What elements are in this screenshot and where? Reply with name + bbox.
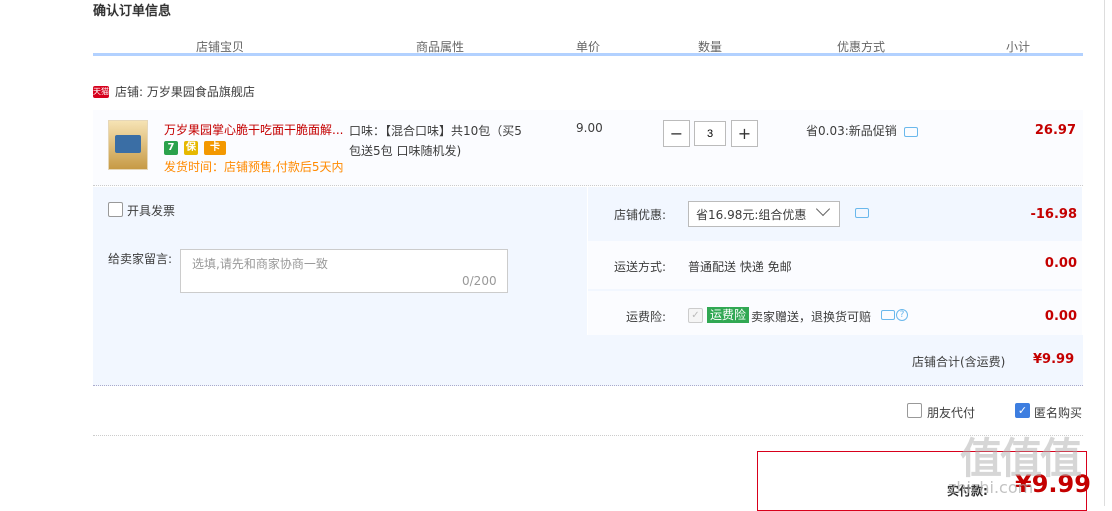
item-subtotal: 26.97 [1034, 123, 1076, 138]
invoice-label: 开具发票 [127, 204, 176, 218]
comment-icon[interactable] [881, 310, 895, 320]
shop-total-label: 店铺合计(含运费) [912, 355, 1006, 369]
section-title: 确认订单信息 [93, 4, 172, 19]
attr-line-2: 包送5包 口味随机发) [349, 144, 462, 158]
watermark-logo: 值值值 [960, 434, 1082, 483]
invoice-checkbox[interactable] [108, 202, 123, 217]
insurance-label: 运费险: [625, 310, 666, 324]
shop-total-value: ¥9.99 [1033, 352, 1075, 367]
insurance-amount: 0.00 [1044, 309, 1077, 324]
card-payment-icon[interactable]: 卡 [204, 141, 226, 155]
qty-increment-button[interactable]: + [731, 120, 758, 147]
anonymous-checkbox[interactable] [1015, 403, 1030, 418]
col-unit-price: 单价 [575, 40, 600, 54]
comment-icon[interactable] [904, 127, 918, 137]
col-discount: 优惠方式 [836, 40, 885, 54]
insurance-badge: 运费险 [707, 307, 750, 323]
col-quantity: 数量 [697, 40, 722, 54]
product-thumbnail[interactable] [108, 120, 148, 170]
guarantee-icon[interactable]: 保 [184, 141, 198, 155]
shop-discount-amount: -16.98 [1030, 207, 1077, 222]
shop-discount-label: 店铺优惠: [613, 208, 666, 222]
message-placeholder: 选填,请先和商家协商一致 [192, 257, 328, 271]
watermark-text: zhizhi.com [948, 478, 1034, 497]
qty-input[interactable] [694, 121, 726, 146]
message-label: 给卖家留言: [108, 252, 173, 266]
help-icon[interactable]: ? [896, 309, 908, 321]
qty-decrement-button[interactable]: − [663, 120, 690, 147]
promo-text: 省0.03:新品促销 [806, 124, 897, 138]
divider [93, 435, 1083, 436]
product-title-link[interactable]: 万岁果园掌心脆干吃面干脆面解... [164, 121, 349, 138]
scrollbar-track[interactable] [1104, 0, 1105, 506]
shipping-amount: 0.00 [1044, 256, 1077, 271]
product-attributes: 口味：【混合口味】共10包（买5 包送5包 口味随机发) [349, 121, 534, 161]
shop-discount-selected: 省16.98元:组合优惠 [696, 208, 807, 222]
tmall-badge-icon: 天猫 [93, 86, 109, 98]
friend-pay-checkbox[interactable] [907, 403, 922, 418]
friend-pay-label: 朋友代付 [927, 406, 976, 420]
unit-price: 9.00 [576, 121, 603, 135]
insurance-desc: 卖家赠送，退换货可赔 [751, 310, 872, 324]
insurance-checkbox [688, 308, 703, 323]
message-char-counter: 0/200 [462, 274, 497, 288]
comment-icon[interactable] [855, 208, 869, 218]
attr-line-1: 口味：【混合口味】共10包（买5 [349, 124, 522, 138]
col-attributes: 商品属性 [415, 40, 464, 54]
shipping-label: 运送方式: [613, 260, 666, 274]
col-subtotal: 小计 [1005, 40, 1030, 54]
shop-name[interactable]: 店铺: 万岁果园食品旗舰店 [115, 83, 255, 100]
col-shop-item: 店铺宝贝 [195, 40, 244, 54]
seven-day-return-icon[interactable]: 7 [164, 141, 178, 155]
ship-time: 发货时间：店铺预售,付款后5天内 [164, 160, 344, 174]
shipping-method: 普通配送 快递 免邮 [688, 260, 792, 274]
anonymous-label: 匿名购买 [1034, 406, 1083, 420]
